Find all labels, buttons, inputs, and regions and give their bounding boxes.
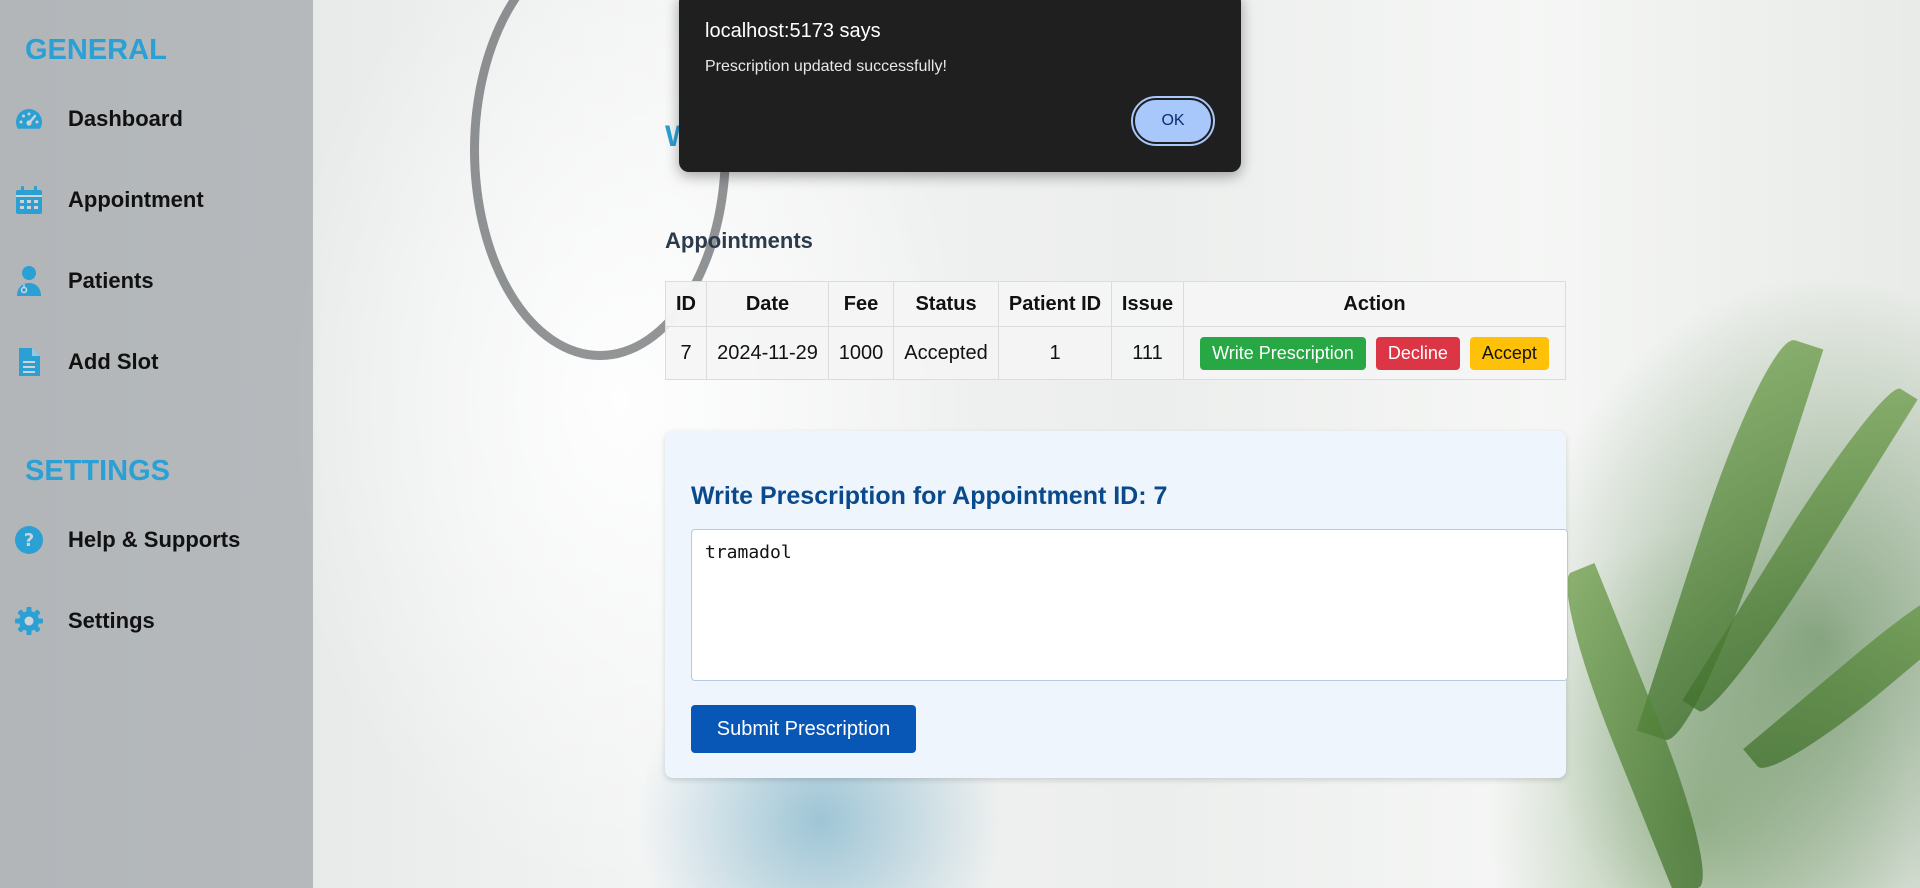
write-prescription-button[interactable]: Write Prescription bbox=[1200, 336, 1366, 370]
alert-dialog: localhost:5173 says Prescription updated… bbox=[679, 0, 1241, 172]
sidebar-item-label: Appointment bbox=[68, 187, 204, 212]
sidebar-item-help-supports[interactable]: ? Help & Supports bbox=[0, 516, 313, 564]
sidebar-item-label: Add Slot bbox=[68, 349, 159, 374]
column-header-patient-id: Patient ID bbox=[998, 281, 1112, 327]
user-doctor-icon bbox=[14, 266, 44, 296]
sidebar-item-label: Settings bbox=[68, 608, 155, 633]
column-header-status: Status bbox=[893, 281, 999, 327]
column-header-fee: Fee bbox=[828, 281, 894, 327]
sidebar-item-label: Patients bbox=[68, 268, 154, 293]
cell-patient-id: 1 bbox=[998, 326, 1112, 380]
sidebar-item-patients[interactable]: Patients bbox=[0, 257, 313, 305]
gear-icon bbox=[14, 606, 44, 636]
dialog-message: Prescription updated successfully! bbox=[705, 58, 947, 75]
settings-section-title: SETTINGS bbox=[25, 455, 171, 487]
cell-actions: Write Prescription Decline Accept bbox=[1183, 326, 1566, 380]
table-row: 7 2024-11-29 1000 Accepted 1 111 Write P… bbox=[665, 326, 1566, 380]
column-header-date: Date bbox=[706, 281, 829, 327]
general-section-title: GENERAL bbox=[25, 34, 167, 66]
cell-date: 2024-11-29 bbox=[706, 326, 829, 380]
sidebar-item-label: Help & Supports bbox=[68, 527, 241, 552]
calendar-icon bbox=[14, 185, 44, 215]
gauge-icon bbox=[14, 104, 44, 134]
dialog-title: localhost:5173 says bbox=[705, 20, 881, 42]
sidebar-item-appointment[interactable]: Appointment bbox=[0, 176, 313, 224]
column-header-action: Action bbox=[1183, 281, 1566, 327]
cell-status: Accepted bbox=[893, 326, 999, 380]
cell-issue: 111 bbox=[1111, 326, 1184, 380]
prescription-panel: Write Prescription for Appointment ID: 7… bbox=[665, 431, 1568, 778]
sidebar-item-settings[interactable]: Settings bbox=[0, 597, 313, 645]
column-header-id: ID bbox=[665, 281, 707, 327]
sidebar: GENERAL Dashboard Appointment Patients A… bbox=[0, 0, 313, 888]
document-icon bbox=[14, 347, 44, 377]
prescription-title: Write Prescription for Appointment ID: 7 bbox=[691, 482, 1168, 510]
question-circle-icon: ? bbox=[14, 525, 44, 555]
cell-id: 7 bbox=[665, 326, 707, 380]
sidebar-item-add-slot[interactable]: Add Slot bbox=[0, 338, 313, 386]
decline-button[interactable]: Decline bbox=[1375, 336, 1460, 370]
cell-fee: 1000 bbox=[828, 326, 894, 380]
svg-text:?: ? bbox=[24, 530, 34, 551]
submit-prescription-button[interactable]: Submit Prescription bbox=[691, 705, 916, 753]
appointments-table: ID Date Fee Status Patient ID Issue Acti… bbox=[665, 281, 1566, 380]
appointments-title: Appointments bbox=[665, 228, 813, 253]
ok-button[interactable]: OK bbox=[1131, 96, 1215, 146]
prescription-textarea[interactable]: tramadol bbox=[691, 529, 1568, 681]
sidebar-item-label: Dashboard bbox=[68, 106, 183, 131]
accept-button[interactable]: Accept bbox=[1469, 336, 1549, 370]
sidebar-item-dashboard[interactable]: Dashboard bbox=[0, 95, 313, 143]
table-header-row: ID Date Fee Status Patient ID Issue Acti… bbox=[665, 281, 1566, 327]
column-header-issue: Issue bbox=[1111, 281, 1184, 327]
